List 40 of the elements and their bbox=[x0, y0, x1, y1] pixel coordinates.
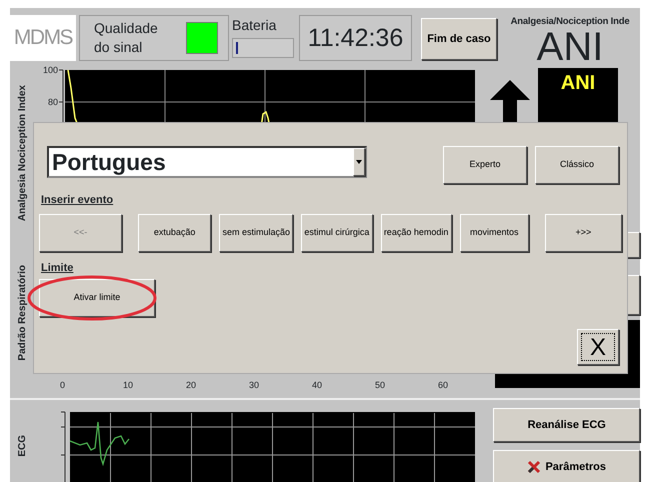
section-heading: Inserir evento bbox=[41, 193, 114, 208]
event-button[interactable]: reação hemodin bbox=[380, 214, 452, 252]
ecg-waveform bbox=[70, 421, 130, 466]
event-button[interactable]: movimentos bbox=[460, 214, 529, 252]
language-dropdown[interactable]: Portugues bbox=[47, 146, 367, 178]
y-axis bbox=[60, 412, 66, 482]
close-button[interactable]: X bbox=[577, 329, 619, 365]
dropdown-caret-icon[interactable] bbox=[353, 148, 365, 176]
event-button[interactable]: extubação bbox=[138, 214, 212, 252]
signal-indicator bbox=[186, 22, 218, 54]
axis-tick: 80 bbox=[48, 96, 58, 109]
tools-icon bbox=[527, 460, 542, 474]
axis-label: Padrão Respiratório bbox=[16, 265, 29, 361]
logo: MDMS bbox=[10, 15, 76, 61]
battery-label: Bateria bbox=[232, 16, 278, 35]
event-button[interactable]: +>> bbox=[544, 214, 622, 252]
event-button[interactable]: sem estimulação bbox=[219, 214, 294, 252]
axis-tick: 30 bbox=[249, 379, 260, 392]
signal-label: Qualidade do sinal bbox=[94, 19, 159, 57]
axis-label: Analgesia Nociception Index bbox=[16, 84, 29, 222]
axis-tick: 40 bbox=[312, 379, 322, 392]
axis-tick: 10 bbox=[123, 379, 134, 392]
axis-tick: 100 bbox=[42, 64, 58, 77]
limit-button[interactable]: Ativar limite bbox=[39, 279, 155, 317]
section-heading: Limite bbox=[41, 260, 74, 276]
ani-title: Analgesia/Nociception Inde bbox=[510, 15, 630, 29]
end-case-button[interactable]: Fim de caso bbox=[421, 18, 497, 60]
mode-button[interactable]: Experto bbox=[443, 146, 527, 184]
reanalyse-button[interactable]: Reanálise ECG bbox=[493, 408, 640, 442]
axis-label: ECG bbox=[16, 435, 29, 457]
ani-label: ANI bbox=[560, 71, 596, 96]
axis-tick: 20 bbox=[186, 379, 196, 392]
axis-tick: 0 bbox=[60, 379, 66, 392]
clock: 11:42:36 bbox=[299, 15, 412, 61]
axis-tick: 50 bbox=[375, 379, 386, 392]
axis-tick: 60 bbox=[438, 379, 448, 392]
event-button[interactable]: estimul cirúrgica bbox=[301, 214, 372, 252]
ani-heading: ANI bbox=[536, 29, 604, 66]
mode-button[interactable]: Clássico bbox=[535, 146, 619, 184]
parameters-button[interactable]: Parâmetros bbox=[493, 450, 640, 482]
